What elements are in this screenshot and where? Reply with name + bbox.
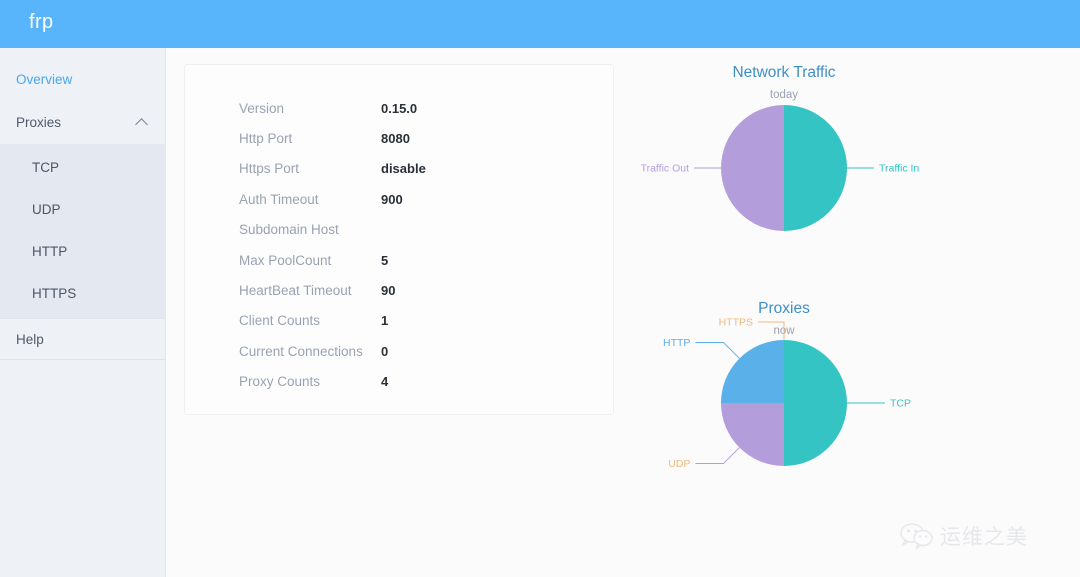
info-value: 0: [381, 343, 389, 359]
info-row: HeartBeat Timeout 90: [185, 275, 613, 305]
pie-slice-traffic-out[interactable]: [721, 105, 784, 231]
chart-title: Network Traffic: [732, 64, 836, 81]
sidebar-submenu: TCP UDP HTTP HTTPS: [0, 144, 165, 318]
sidebar-item-help[interactable]: Help: [0, 318, 165, 360]
network-traffic-chart: Network Traffic today Traffic Out Traffi…: [630, 64, 938, 286]
pie-slices: [721, 340, 847, 466]
app-brand: frp: [29, 11, 54, 33]
info-value: 0.15.0: [381, 100, 418, 116]
pie-slice-traffic-in[interactable]: [784, 105, 847, 231]
server-info-list: Version 0.15.0 Http Port 8080 Https Port…: [185, 65, 613, 397]
frp-dashboard: frp Overview Proxies TCP UDP HTTP HTTPS: [0, 0, 1080, 577]
sidebar-item-label: Overview: [16, 71, 73, 87]
info-label: Auth Timeout: [239, 191, 319, 207]
watermark-text: 运维之美: [940, 525, 1028, 549]
info-label: Subdomain Host: [239, 222, 339, 238]
info-value: 5: [381, 252, 389, 268]
info-label: Http Port: [239, 131, 293, 147]
info-row: Client Counts 1: [185, 306, 613, 336]
watermark: 运维之美: [900, 512, 1045, 560]
chart-title: Proxies: [758, 300, 810, 317]
info-value: 900: [381, 191, 403, 207]
sidebar-group-label: Proxies: [16, 114, 62, 130]
info-row: Https Port disable: [185, 154, 613, 184]
pie-label-traffic-out: Traffic Out: [641, 163, 690, 175]
info-label: Current Connections: [239, 343, 363, 359]
info-row: Version 0.15.0: [185, 93, 613, 123]
server-info-card: Version 0.15.0 Http Port 8080 Https Port…: [184, 64, 614, 415]
sidebar-group-proxies[interactable]: Proxies: [0, 100, 165, 144]
chart-canvas: Traffic Out Traffic In: [630, 101, 938, 281]
pie-slices: [721, 105, 847, 231]
info-row: Current Connections 0: [185, 336, 613, 366]
sidebar-item-label: UDP: [32, 201, 61, 217]
chevron-up-icon[interactable]: [136, 116, 149, 129]
info-label: Client Counts: [239, 313, 321, 329]
app-header: frp: [0, 0, 1080, 48]
info-row: Subdomain Host: [185, 215, 613, 245]
sidebar-item-label: HTTP: [32, 243, 68, 259]
sidebar-item-http[interactable]: HTTP: [0, 230, 165, 272]
info-value: 90: [381, 283, 396, 299]
chart-canvas: TCP HTTP UDP HTTPS: [630, 317, 938, 512]
info-label: Proxy Counts: [239, 374, 321, 390]
chart-subtitle: today: [769, 89, 799, 101]
info-row: Max PoolCount 5: [185, 245, 613, 275]
sidebar-item-label: Help: [16, 331, 44, 347]
info-value: disable: [381, 161, 426, 177]
pie-label-tcp: TCP: [890, 398, 911, 410]
sidebar-item-udp[interactable]: UDP: [0, 188, 165, 230]
info-value: 1: [381, 313, 389, 329]
sidebar-item-overview[interactable]: Overview: [0, 58, 165, 100]
pie-svg[interactable]: Traffic Out Traffic In: [630, 101, 938, 281]
info-row: Http Port 8080: [185, 123, 613, 153]
proxies-chart: Proxies now TCP HTTP UDP HTTPS: [630, 300, 938, 510]
pie-svg[interactable]: TCP HTTP UDP HTTPS: [630, 317, 938, 512]
info-value: 8080: [381, 131, 410, 147]
sidebar: Overview Proxies TCP UDP HTTP HTTPS Help: [0, 48, 166, 577]
pie-label-traffic-in: Traffic In: [879, 163, 919, 175]
info-row: Auth Timeout 900: [185, 184, 613, 214]
info-label: Version: [239, 100, 285, 116]
info-value: 4: [381, 374, 389, 390]
info-label: Https Port: [239, 161, 300, 177]
sidebar-item-tcp[interactable]: TCP: [0, 146, 165, 188]
info-row: Proxy Counts 4: [185, 367, 613, 397]
pie-label-http: HTTP: [663, 337, 690, 349]
info-label: HeartBeat Timeout: [239, 283, 352, 299]
info-label: Max PoolCount: [239, 252, 332, 268]
pie-slice-tcp[interactable]: [784, 340, 847, 466]
sidebar-item-label: TCP: [32, 159, 59, 175]
pie-label-https: HTTPS: [719, 317, 753, 329]
wechat-icon: [900, 523, 933, 550]
pie-label-udp: UDP: [668, 458, 690, 470]
sidebar-item-https[interactable]: HTTPS: [0, 272, 165, 314]
sidebar-item-label: HTTPS: [32, 285, 77, 301]
